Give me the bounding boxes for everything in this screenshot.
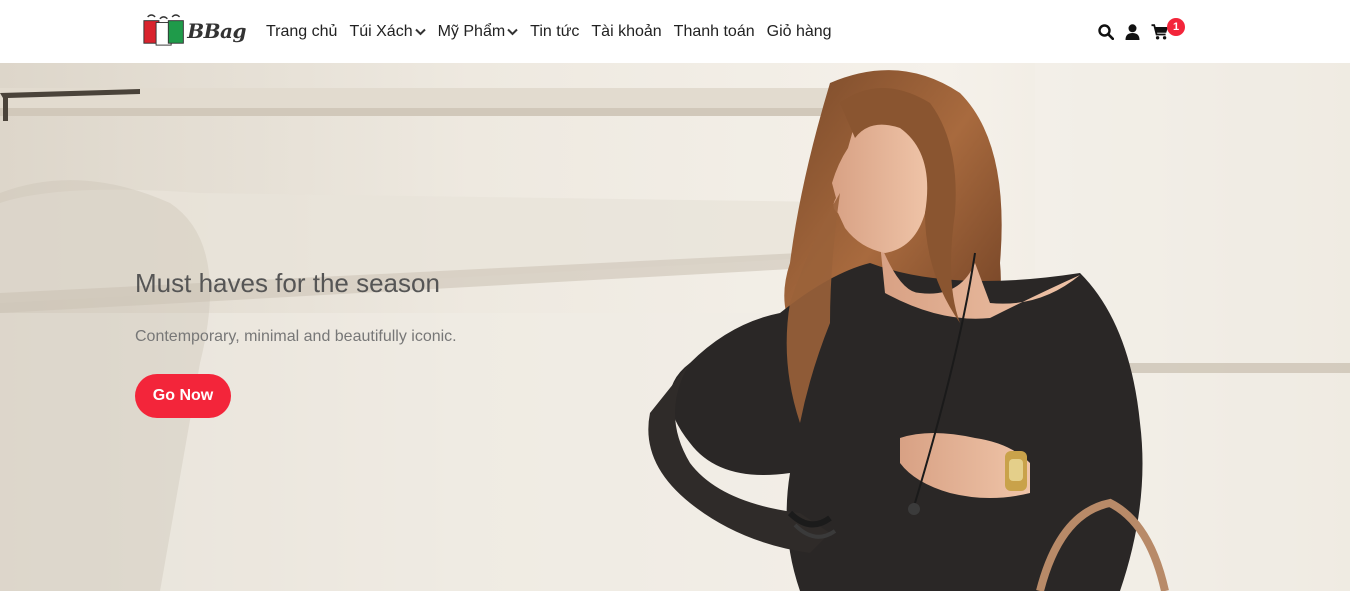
shopping-bags-icon: [143, 14, 184, 46]
chevron-down-icon: [507, 28, 518, 36]
header-tools: 1: [1098, 0, 1185, 63]
nav-item-gio-hang[interactable]: Giỏ hàng: [767, 23, 832, 41]
nav-item-tui-xach[interactable]: Túi Xách: [349, 22, 426, 41]
search-icon[interactable]: [1098, 23, 1114, 40]
site-header: BBag Trang chủ Túi Xách Mỹ Phẩm Tin tức …: [0, 0, 1350, 63]
nav-item-tai-khoan[interactable]: Tài khoản: [591, 23, 661, 41]
go-now-button[interactable]: Go Now: [135, 374, 231, 418]
nav-item-label: Túi Xách: [349, 22, 413, 40]
nav-item-label: Trang chủ: [266, 22, 338, 40]
cart-count-badge: 1: [1167, 17, 1185, 36]
nav-item-label: Tin tức: [530, 22, 580, 40]
nav-item-label: Giỏ hàng: [766, 22, 832, 40]
nav-item-thanh-toan[interactable]: Thanh toán: [674, 23, 755, 41]
nav-item-label: Tài khoản: [591, 22, 662, 40]
cart-button[interactable]: 1: [1151, 17, 1185, 40]
nav-item-trang-chu[interactable]: Trang chủ: [266, 23, 337, 41]
nav-item-label: Mỹ Phẩm: [437, 22, 506, 40]
chevron-down-icon: [414, 28, 426, 36]
brand-name: BBag: [187, 19, 246, 43]
hero-title: Must haves for the season: [135, 268, 440, 298]
user-icon[interactable]: [1125, 23, 1140, 40]
hero-subtitle: Contemporary, minimal and beautifully ic…: [135, 328, 457, 345]
nav-item-label: Thanh toán: [673, 22, 755, 40]
hero-photo: [0, 63, 1350, 591]
main-nav: Trang chủ Túi Xách Mỹ Phẩm Tin tức Tài k…: [266, 0, 844, 63]
brand-logo[interactable]: BBag: [142, 14, 246, 48]
hero-banner: Must haves for the season Contemporary, …: [0, 63, 1350, 591]
nav-item-tin-tuc[interactable]: Tin tức: [530, 23, 579, 41]
nav-item-my-pham[interactable]: Mỹ Phẩm: [438, 23, 519, 41]
